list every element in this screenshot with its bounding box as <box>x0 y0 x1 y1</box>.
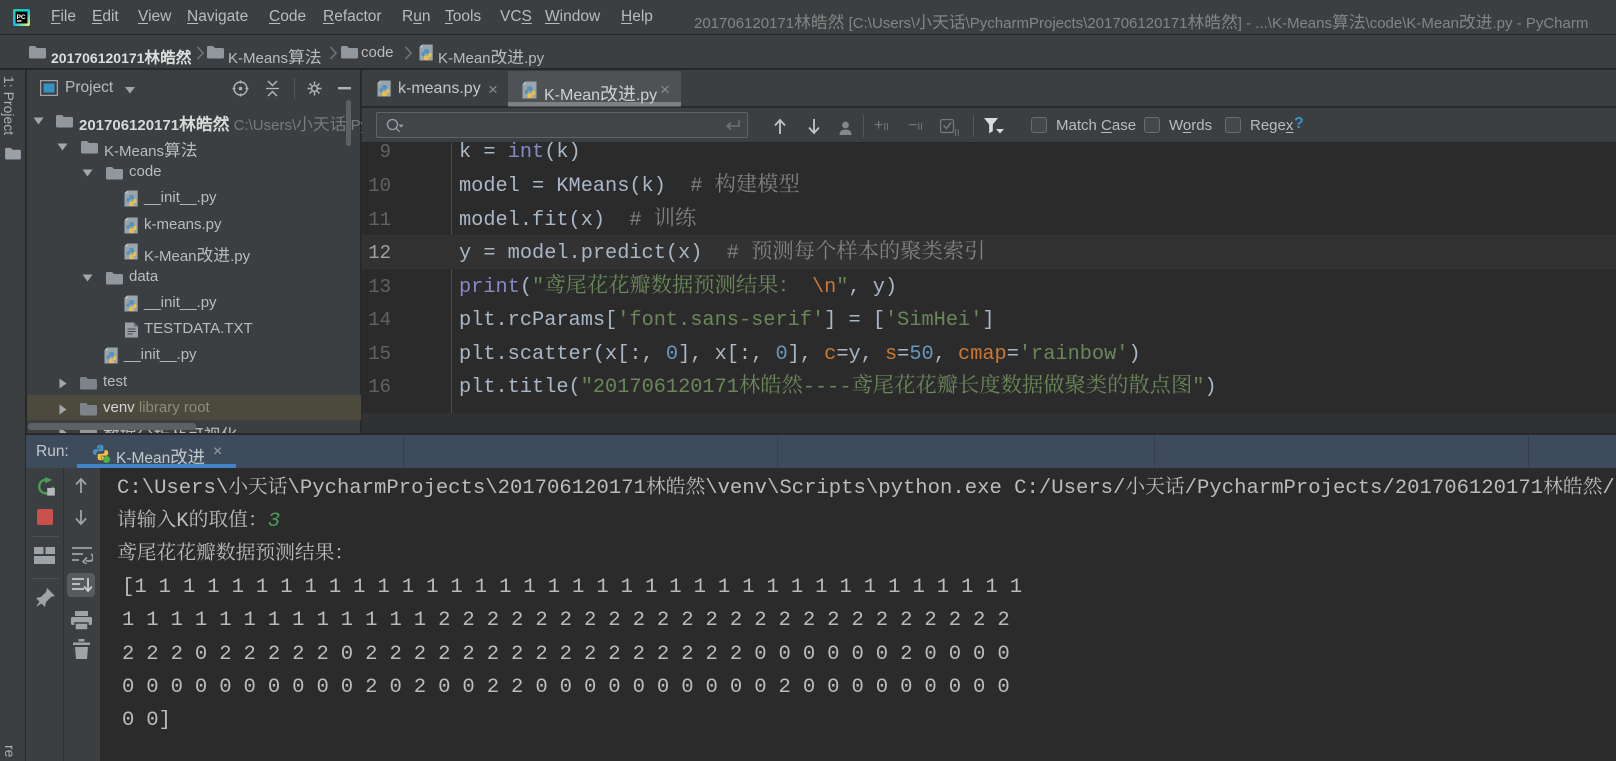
svg-text:PC: PC <box>17 14 26 21</box>
svg-text:II: II <box>954 128 960 137</box>
